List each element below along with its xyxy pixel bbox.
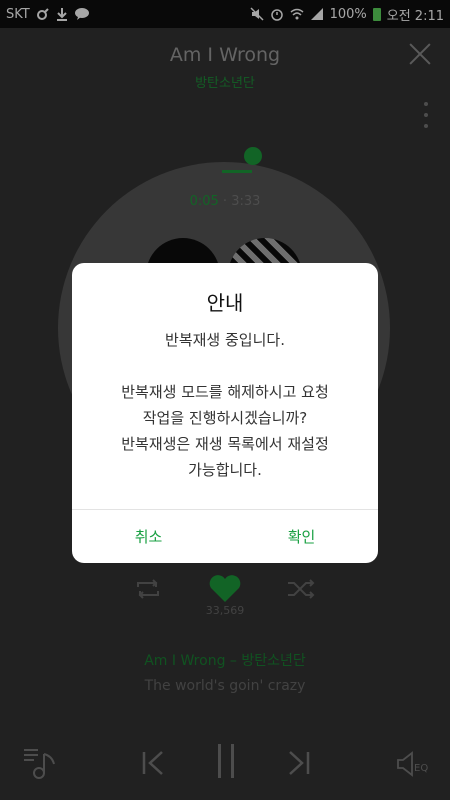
dialog-message: 반복재생 중입니다. 반복재생 모드를 해제하시고 요청 작업을 진행하시겠습니… [72, 327, 378, 483]
confirm-button[interactable]: 확인 [225, 510, 378, 563]
cancel-button[interactable]: 취소 [72, 510, 225, 563]
dialog-message-line: 가능합니다. [188, 461, 262, 479]
dialog-message-line: 반복재생 모드를 해제하시고 요청 [121, 383, 329, 401]
dialog-message-line: 반복재생은 재생 목록에서 재설정 [121, 435, 329, 453]
dialog-message-line: 반복재생 중입니다. [165, 331, 285, 349]
notice-dialog: 안내 반복재생 중입니다. 반복재생 모드를 해제하시고 요청 작업을 진행하시… [72, 263, 378, 563]
dialog-title: 안내 [206, 291, 244, 315]
dialog-buttons: 취소 확인 [72, 510, 378, 563]
dialog-message-line: 작업을 진행하시겠습니까? [142, 409, 308, 427]
